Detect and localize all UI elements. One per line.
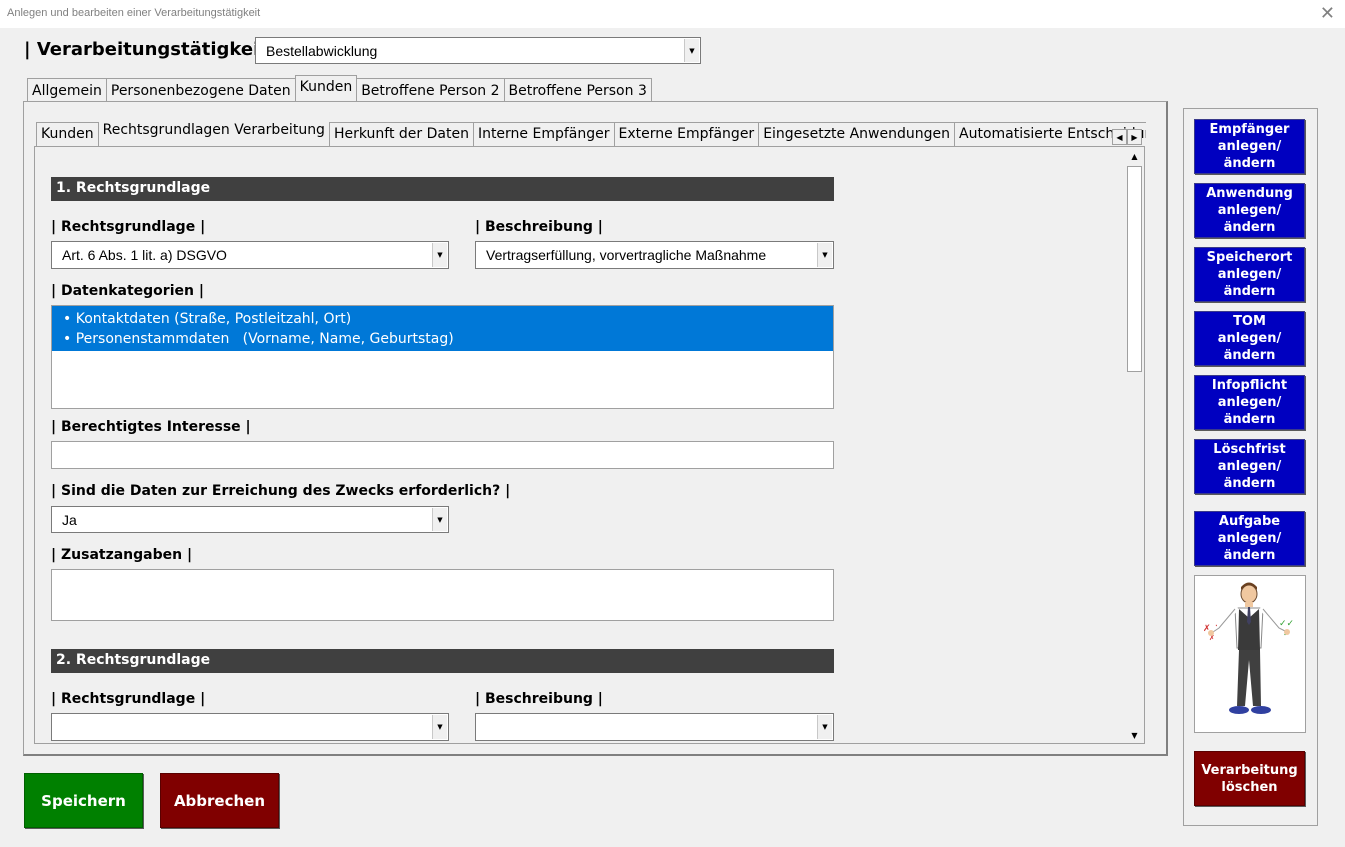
vertical-scrollbar[interactable]: ▲ ▼ <box>1126 148 1143 743</box>
interesse-label: | Berechtigtes Interesse | <box>51 419 251 435</box>
tab-kunden[interactable]: Kunden <box>294 75 358 101</box>
tab-herkunft-der-daten[interactable]: Herkunft der Daten <box>328 122 474 146</box>
infopflicht-button[interactable]: Infopflicht anlegen/ändern <box>1194 375 1305 430</box>
activity-select-value: Bestellabwicklung <box>266 42 378 59</box>
dropdown-arrow-icon[interactable]: ▼ <box>817 243 832 267</box>
button-line: anlegen/ändern <box>1217 395 1282 427</box>
close-icon[interactable]: ✕ <box>1320 3 1335 24</box>
tab-betroffene-person-3[interactable]: Betroffene Person 3 <box>503 78 652 102</box>
rechtsgrundlage-label: | Rechtsgrundlage | <box>51 219 206 235</box>
speicherort-button[interactable]: Speicherort anlegen/ändern <box>1194 247 1305 302</box>
inner-tab-bar: Kunden Rechtsgrundlagen Verarbeitung Her… <box>36 122 1146 146</box>
erforderlich-select[interactable]: Ja ▼ <box>51 506 449 533</box>
loeschfrist-button[interactable]: Löschfrist anlegen/ändern <box>1194 439 1305 494</box>
dropdown-arrow-icon[interactable]: ▼ <box>684 39 699 62</box>
beschreibung-label: | Beschreibung | <box>475 219 603 235</box>
button-line: anlegen/ändern <box>1217 331 1282 363</box>
section2-header: 2. Rechtsgrundlage <box>51 649 834 673</box>
tab-betroffene-person-2[interactable]: Betroffene Person 2 <box>356 78 505 102</box>
list-item[interactable]: • Personenstammdaten (Vorname, Name, Geb… <box>63 329 833 349</box>
tab-kunden-inner[interactable]: Kunden <box>36 122 99 146</box>
dropdown-arrow-icon[interactable]: ▼ <box>432 715 447 739</box>
interesse-input[interactable] <box>51 441 834 469</box>
businessman-icon: ✗ ✗ ✗ ✓✓ ✓ <box>1203 582 1294 714</box>
tab-scroll-buttons: ◀ ▶ <box>1112 129 1142 145</box>
cancel-button[interactable]: Abbrechen <box>160 773 279 828</box>
assistant-illustration: ✗ ✗ ✗ ✓✓ ✓ <box>1194 575 1306 733</box>
verarbeitung-loeschen-button[interactable]: Verarbeitung löschen <box>1194 751 1305 806</box>
zusatzangaben-label: | Zusatzangaben | <box>51 547 193 563</box>
tab-rechtsgrundlagen-verarbeitung[interactable]: Rechtsgrundlagen Verarbeitung <box>97 122 330 145</box>
button-line: Speicherort <box>1206 250 1293 265</box>
rechtsgrundlage2-select[interactable]: ▼ <box>51 713 449 741</box>
zusatzangaben-input[interactable] <box>51 569 834 621</box>
scroll-up-icon[interactable]: ▲ <box>1127 148 1142 164</box>
button-line: Anwendung <box>1206 186 1293 201</box>
button-line: TOM <box>1233 314 1266 329</box>
beschreibung-value: Vertragserfüllung, vorvertragliche Maßna… <box>486 247 767 263</box>
button-line: anlegen/ändern <box>1217 267 1282 299</box>
list-item[interactable]: • Kontaktdaten (Straße, Postleitzahl, Or… <box>63 309 833 329</box>
tab-allgemein[interactable]: Allgemein <box>27 78 107 102</box>
button-line: löschen <box>1221 779 1278 795</box>
dropdown-arrow-icon[interactable]: ▼ <box>817 715 832 739</box>
beschreibung2-label: | Beschreibung | <box>475 691 603 707</box>
button-line: anlegen/ändern <box>1217 203 1282 235</box>
rechtsgrundlage-select[interactable]: Art. 6 Abs. 1 lit. a) DSGVO ▼ <box>51 241 449 269</box>
anwendung-button[interactable]: Anwendung anlegen/ändern <box>1194 183 1305 238</box>
dropdown-arrow-icon[interactable]: ▼ <box>432 508 447 531</box>
window-titlebar: Anlegen und bearbeiten einer Verarbeitun… <box>0 0 1345 28</box>
scroll-down-icon[interactable]: ▼ <box>1127 727 1142 743</box>
datenkategorien-label: | Datenkategorien | <box>51 283 204 299</box>
tab-personenbezogene-daten[interactable]: Personenbezogene Daten <box>105 78 296 102</box>
section1-header: 1. Rechtsgrundlage <box>51 177 834 201</box>
tab-scroll-right-icon[interactable]: ▶ <box>1127 129 1142 145</box>
form-title: | Verarbeitungstätigkeit | <box>24 39 281 60</box>
tab-scroll-left-icon[interactable]: ◀ <box>1112 129 1127 145</box>
erforderlich-label: | Sind die Daten zur Erreichung des Zwec… <box>51 483 511 499</box>
button-line: Empfänger <box>1209 122 1290 137</box>
button-line: Verarbeitung <box>1201 762 1298 778</box>
save-button[interactable]: Speichern <box>24 773 143 828</box>
dropdown-arrow-icon[interactable]: ▼ <box>432 243 447 267</box>
window-title: Anlegen und bearbeiten einer Verarbeitun… <box>7 7 261 19</box>
beschreibung-select[interactable]: Vertragserfüllung, vorvertragliche Maßna… <box>475 241 834 269</box>
tom-button[interactable]: TOM anlegen/ändern <box>1194 311 1305 366</box>
tab-eingesetzte-anwendungen[interactable]: Eingesetzte Anwendungen <box>758 122 955 146</box>
datenkategorien-listbox[interactable]: • Kontaktdaten (Straße, Postleitzahl, Or… <box>51 305 834 409</box>
erforderlich-value: Ja <box>62 511 77 528</box>
button-line: anlegen/ändern <box>1217 459 1282 491</box>
button-line: anlegen/ändern <box>1217 139 1282 171</box>
button-line: Infopflicht <box>1211 378 1288 393</box>
empfaenger-button[interactable]: Empfänger anlegen/ändern <box>1194 119 1305 174</box>
rechtsgrundlage2-label: | Rechtsgrundlage | <box>51 691 206 707</box>
activity-select[interactable]: Bestellabwicklung ▼ <box>255 37 701 64</box>
tab-externe-empfaenger[interactable]: Externe Empfänger <box>613 122 760 146</box>
button-line: anlegen/ändern <box>1217 531 1282 563</box>
button-line: Aufgabe <box>1218 514 1281 529</box>
scrollbar-thumb[interactable] <box>1127 166 1142 372</box>
rechtsgrundlage-value: Art. 6 Abs. 1 lit. a) DSGVO <box>62 247 227 263</box>
outer-tab-bar: Allgemein Personenbezogene Daten Kunden … <box>27 75 652 102</box>
list-item-selected-group[interactable]: • Kontaktdaten (Straße, Postleitzahl, Or… <box>52 306 833 351</box>
tab-interne-empfaenger[interactable]: Interne Empfänger <box>472 122 615 146</box>
aufgabe-button[interactable]: Aufgabe anlegen/ändern <box>1194 511 1305 566</box>
beschreibung2-select[interactable]: ▼ <box>475 713 834 741</box>
button-line: Löschfrist <box>1213 442 1286 457</box>
